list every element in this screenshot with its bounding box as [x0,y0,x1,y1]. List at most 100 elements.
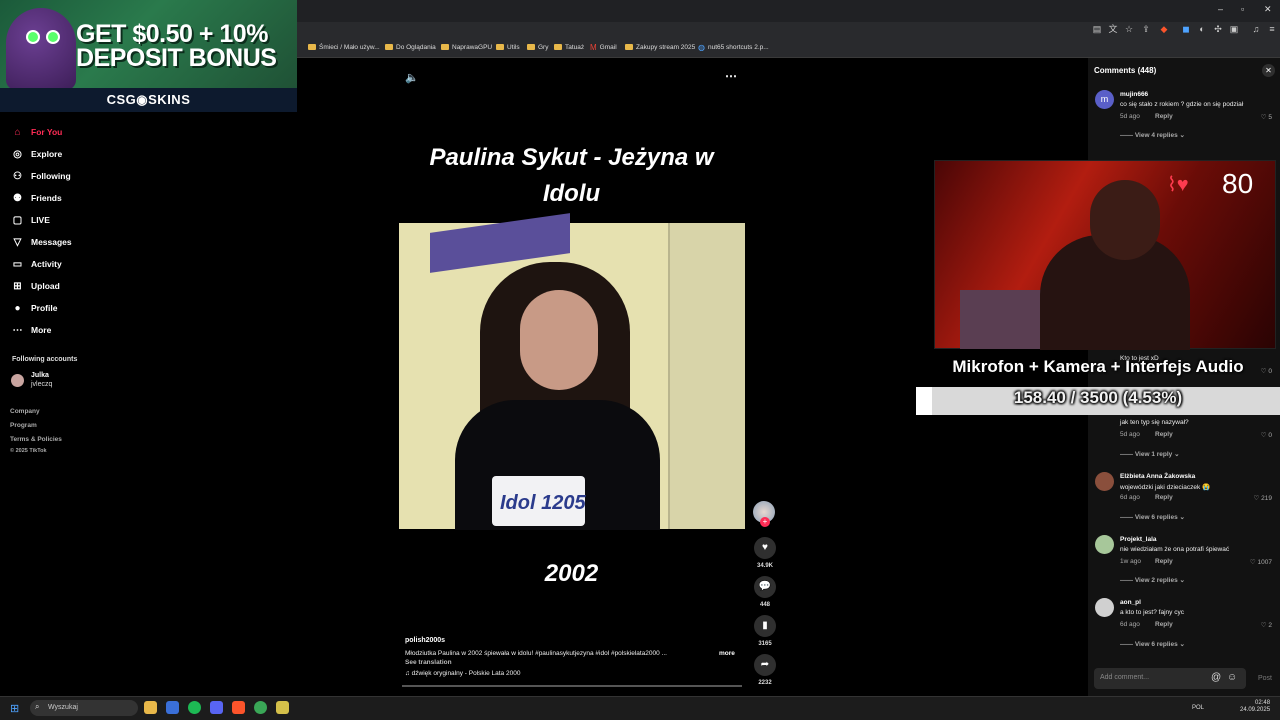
reader-icon[interactable]: ▤ [1092,24,1102,34]
comment-like[interactable]: ♡ 5 [1261,113,1272,121]
comment-like[interactable]: ♡ 2 [1261,621,1272,629]
sidebar-icon[interactable]: ▣ [1229,24,1239,34]
view-replies-button[interactable]: —— View 4 replies ⌄ [1120,131,1185,139]
calendar-app-icon[interactable] [166,701,179,714]
description-more-link[interactable]: more [719,650,735,657]
video-progress-bar[interactable] [402,685,742,687]
save-button[interactable]: ▮ [754,615,776,637]
follow-plus-icon[interactable]: + [760,517,770,527]
plus-square-icon: ⊞ [13,280,22,292]
comment-button[interactable]: 💬 [754,576,776,598]
reply-button[interactable]: Reply [1155,494,1173,501]
volume-icon[interactable]: 🔈 [405,71,419,84]
extension-icon[interactable]: ◼ [1181,24,1191,34]
share-button[interactable]: ➦ [754,654,776,676]
ad-mascot [6,8,76,90]
bookmark-item[interactable]: Śmieci / Mało używ... [308,40,380,54]
avatar[interactable] [11,374,24,387]
video-more-icon[interactable]: ⋯ [725,69,737,83]
windows-start-icon[interactable]: ⊞ [10,702,19,715]
view-replies-button[interactable]: —— View 2 replies ⌄ [1120,576,1185,584]
comment-like[interactable]: ♡ 0 [1261,431,1272,439]
comment-username[interactable]: Projekt_lala [1120,536,1157,543]
sidebar-item-friends[interactable]: ⚉ Friends [12,190,62,206]
discord-icon[interactable] [210,701,223,714]
gmail-icon: M [590,42,597,52]
maximize-icon[interactable]: ▫ [1241,4,1244,14]
following-account-handle[interactable]: jvleczq [31,381,52,388]
bookmark-item[interactable]: Zakupy stream 2025 [625,40,695,54]
sidebar-item-profile[interactable]: ● Profile [12,300,57,316]
view-replies-button[interactable]: —— View 6 replies ⌄ [1120,513,1185,521]
comment-like[interactable]: ♡ 219 [1254,494,1273,502]
like-button[interactable]: ♥ [754,537,776,559]
mention-icon[interactable]: @ [1211,672,1221,683]
extensions-puzzle-icon[interactable]: ✣ [1213,24,1223,34]
casino-ad-banner[interactable]: GET $0.50 + 10% DEPOSIT BONUS CSG◉SKINS [0,0,297,112]
chrome-icon[interactable] [254,701,267,714]
view-replies-button[interactable]: —— View 6 replies ⌄ [1120,640,1185,648]
avatar[interactable] [1095,472,1114,491]
share-icon[interactable]: ⇪ [1141,24,1151,34]
comment-username[interactable]: mujin666 [1120,91,1148,98]
comment-like[interactable]: ♡ 1007 [1250,558,1272,566]
comments-title: Comments (448) [1094,66,1157,75]
translate-icon[interactable]: 文 [1108,24,1118,34]
brave-shield-icon[interactable]: ◆ [1159,24,1169,34]
bookmark-item[interactable]: M Gmail [590,40,617,54]
sidebar-item-activity[interactable]: ▭ Activity [12,256,62,272]
video-background-door [668,223,745,529]
bookmark-item[interactable]: NaprawaGPU [441,40,492,54]
spotify-icon[interactable] [188,701,201,714]
sidebar-item-following[interactable]: ⚇ Following [12,168,71,184]
video-author[interactable]: polish2000s [405,637,445,644]
avatar[interactable] [1095,598,1114,617]
reply-button[interactable]: Reply [1155,113,1173,120]
bookmark-item[interactable]: Utils [496,40,520,54]
minimize-icon[interactable]: – [1218,4,1223,14]
bookmark-item[interactable]: Do Oglądania [385,40,436,54]
sidebar-item-more[interactable]: ⋯ More [12,322,52,338]
folder-icon [554,44,562,50]
sidebar-item-upload[interactable]: ⊞ Upload [12,278,60,294]
extension-icon[interactable]: ◐ [1197,24,1207,34]
sidebar-item-for-you[interactable]: ⌂ For You [12,124,62,140]
file-explorer-icon[interactable] [144,701,157,714]
comment-username[interactable]: aon_pl [1120,599,1141,606]
system-clock[interactable]: 02:48 24.09.2025 [1240,700,1270,714]
bookmark-star-icon[interactable]: ☆ [1124,24,1134,34]
media-icon[interactable]: ♫ [1251,24,1261,34]
comment-text: nie wiedziałam że ona potrafi śpiewać [1120,546,1230,553]
sidebar-item-live[interactable]: ▢ LIVE [12,212,50,228]
bookmark-item[interactable]: ◍ nut65 shortcuts 2.p... [698,40,769,54]
sidebar-item-explore[interactable]: ◎ Explore [12,146,62,162]
following-account-name[interactable]: Julka [31,372,49,379]
comment-username[interactable]: Elżbieta Anna Żakowska [1120,473,1195,480]
view-replies-button[interactable]: —— View 1 reply ⌄ [1120,450,1180,458]
music-label[interactable]: ♫ dźwięk oryginalny - Polskie Lata 2000 [405,670,520,677]
bookmark-item[interactable]: Gry [527,40,548,54]
language-indicator[interactable]: POL [1192,705,1204,711]
brave-browser-icon[interactable] [232,701,245,714]
close-icon[interactable]: ✕ [1262,64,1275,77]
bookmark-item[interactable]: Tatuaż [554,40,584,54]
close-window-icon[interactable]: ✕ [1264,4,1272,15]
footer-link-company[interactable]: Company [10,408,40,415]
user-follow-icon: ⚇ [13,170,22,182]
taskbar-search[interactable]: Wyszukaj [30,700,138,716]
sidebar-item-messages[interactable]: ▽ Messages [12,234,72,250]
reply-button[interactable]: Reply [1155,431,1173,438]
post-comment-button[interactable]: Post [1258,675,1272,682]
reply-button[interactable]: Reply [1155,621,1173,628]
menu-icon[interactable]: ≡ [1267,24,1277,34]
footer-link-program[interactable]: Program [10,422,37,429]
avatar[interactable] [1095,535,1114,554]
app-icon[interactable] [276,701,289,714]
comment-input[interactable]: Add comment... [1094,668,1246,689]
video-person-face [520,290,598,390]
footer-link-terms[interactable]: Terms & Policies [10,436,62,443]
emoji-icon[interactable]: ☺ [1227,672,1237,683]
reply-button[interactable]: Reply [1155,558,1173,565]
see-translation-link[interactable]: See translation [405,659,452,666]
avatar[interactable]: m [1095,90,1114,109]
